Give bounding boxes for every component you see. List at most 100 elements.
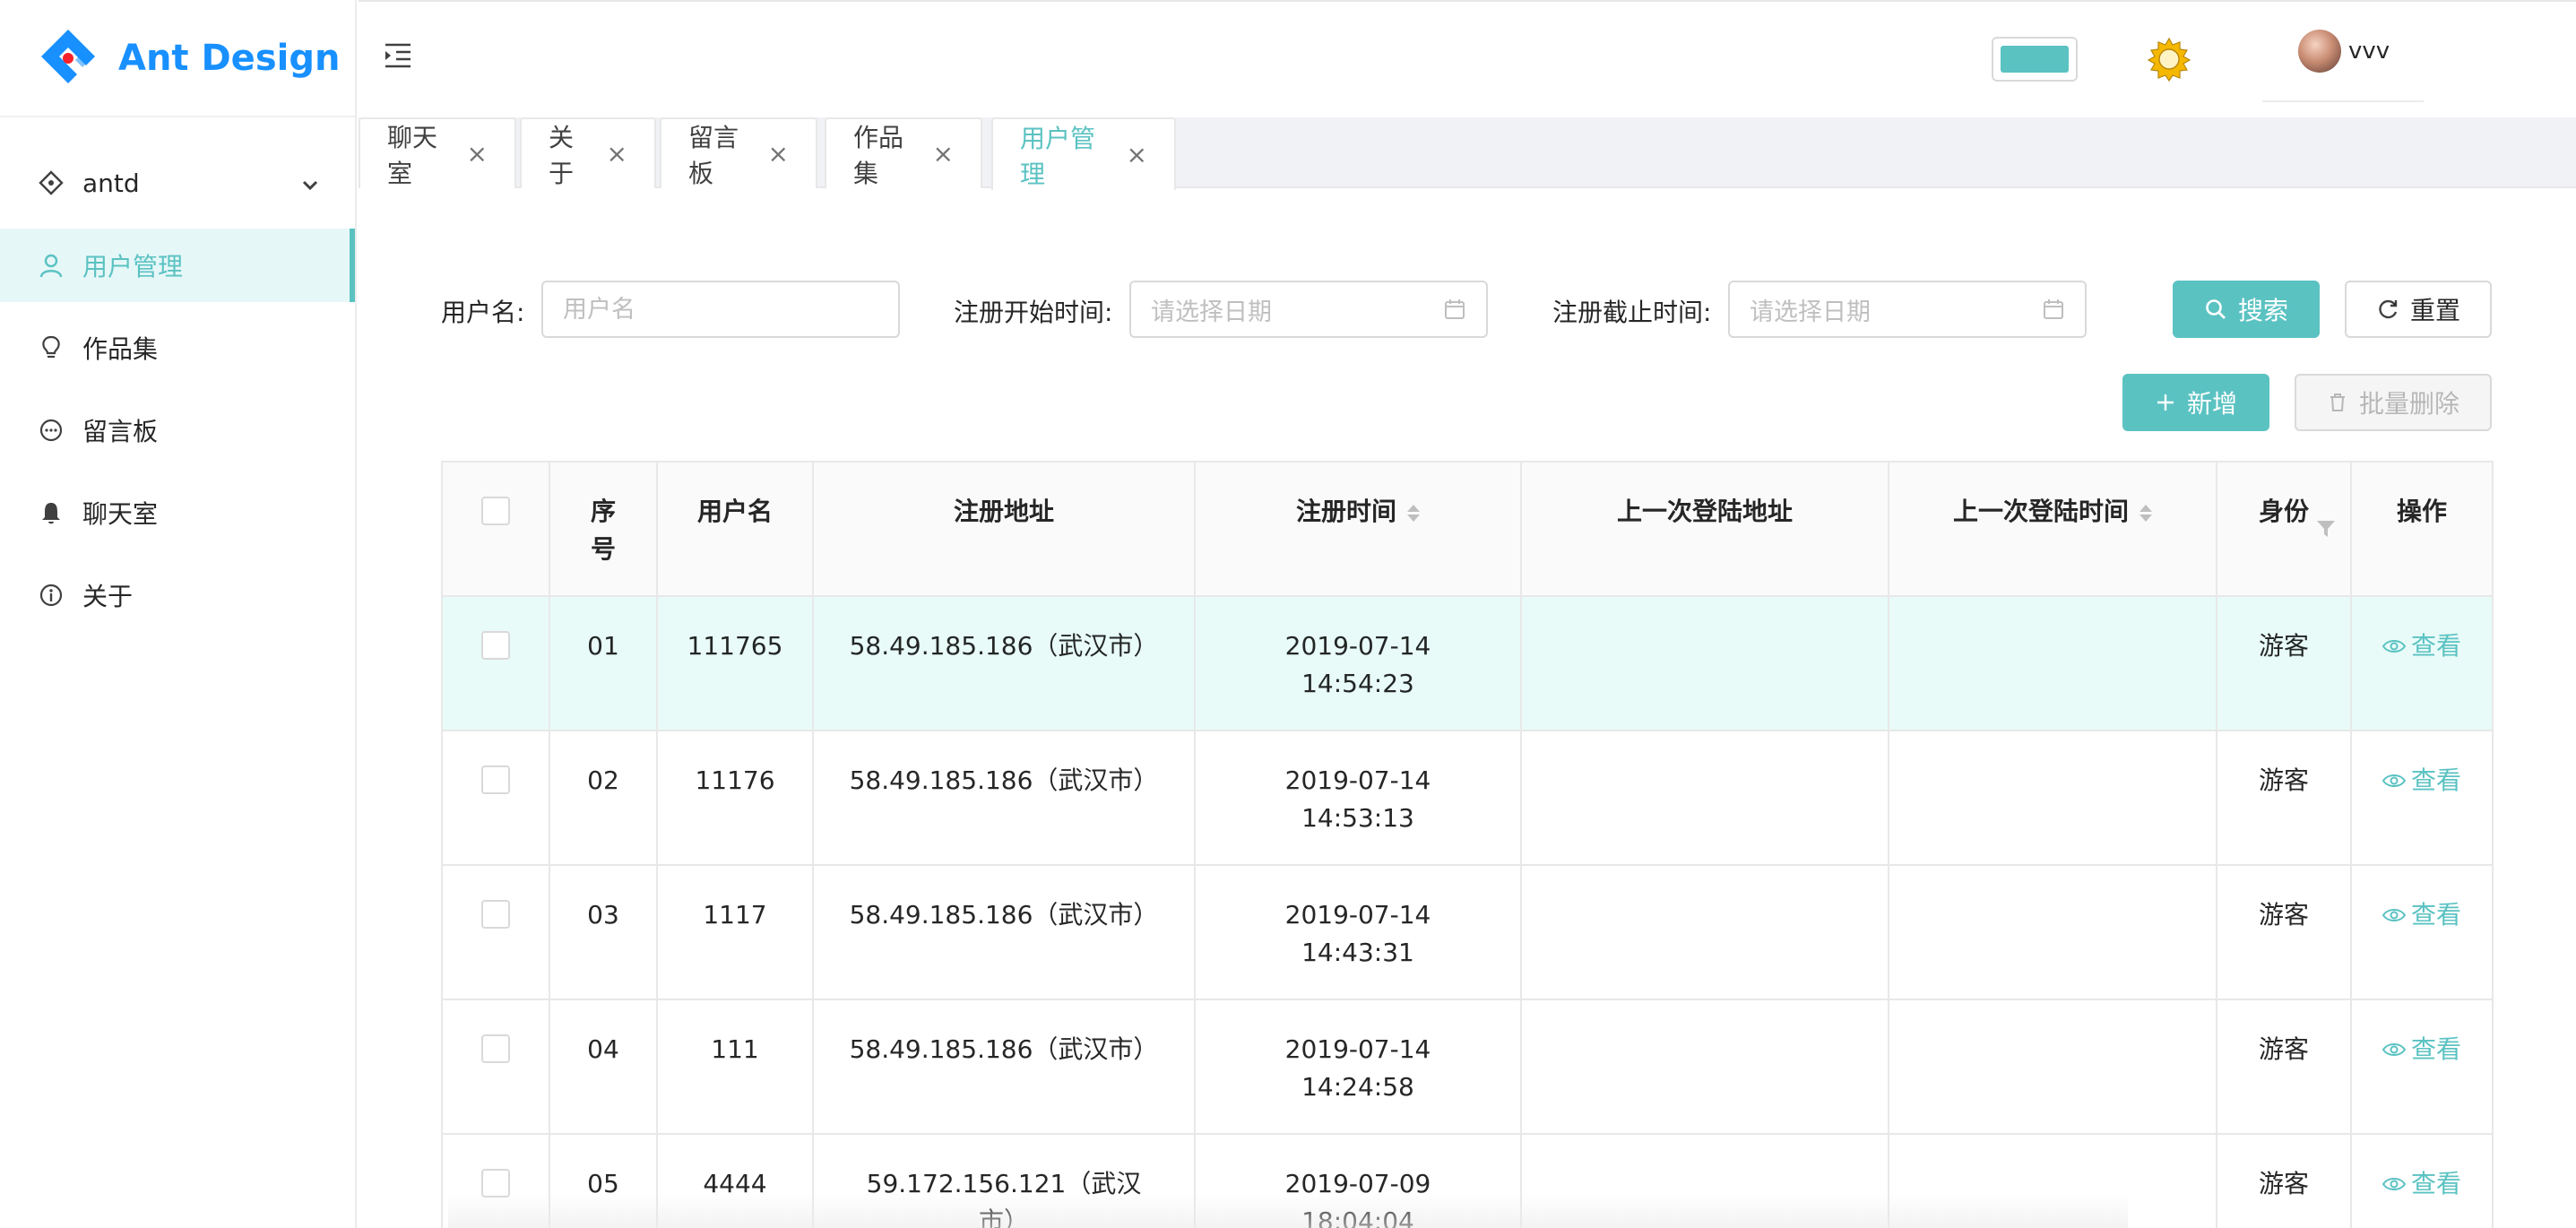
avatar [2298,30,2341,73]
cell-role: 游客 [2216,730,2352,866]
eye-icon [2382,1178,2406,1190]
tab-label: 作品集 [853,122,904,188]
sidebar-item-label: 用户管理 [82,252,184,281]
message-icon [38,417,65,444]
row-checkbox[interactable] [481,631,510,660]
add-button[interactable]: 新增 [2122,374,2269,431]
sidebar-item-about[interactable]: 关于 [0,558,355,632]
top-header: vvv [359,0,2576,117]
close-icon[interactable]: × [1127,140,1147,169]
search-button[interactable]: 搜索 [2173,281,2320,338]
column-header-action: 操作 [2350,461,2494,597]
close-icon[interactable]: × [933,139,954,169]
batch-delete-button-label: 批量删除 [2358,389,2459,419]
view-link[interactable]: 查看 [2382,896,2461,934]
menu-fold-icon [385,43,411,68]
tab-about[interactable]: 关于 × [520,117,656,188]
view-link[interactable]: 查看 [2382,762,2461,800]
user-table: 序号 用户名 注册地址 注册时间 上一次登陆地址 上一次登陆时间 身份 操作 0… [441,461,2494,1228]
end-date-picker[interactable]: 请选择日期 [1728,281,2087,338]
sidebar-item-label: antd [82,168,140,198]
start-date-label: 注册开始时间: [954,298,1113,327]
tab-user-management[interactable]: 用户管理 × [991,117,1176,190]
theme-toggle-button[interactable] [2146,36,2192,82]
close-icon[interactable]: × [467,139,488,169]
row-checkbox[interactable] [481,900,510,929]
antd-logo-icon [38,169,65,196]
row-checkbox[interactable] [481,1034,510,1063]
sidebar-item-label: 聊天室 [82,499,159,529]
tab-message-board[interactable]: 留言板 × [660,117,817,188]
cell-last-login-address [1520,730,1889,866]
cell-username: 1117 [656,864,814,1000]
cell-last-login-time [1888,1133,2217,1228]
table-row: 02 11176 58.49.185.186（武汉市） 2019-07-14 14… [441,730,2494,866]
sidebar-item-message-board[interactable]: 留言板 [0,393,355,467]
row-select-cell [441,1133,550,1228]
sidebar-item-antd[interactable]: antd [0,146,355,220]
reset-button[interactable]: 重置 [2345,281,2492,338]
cell-action: 查看 [2350,730,2494,866]
view-link[interactable]: 查看 [2382,1031,2461,1068]
cell-action: 查看 [2350,864,2494,1000]
search-button-label: 搜索 [2237,296,2288,325]
row-select-cell [441,730,550,866]
cell-last-login-address [1520,1133,1889,1228]
sidebar-item-label: 作品集 [82,334,159,364]
cell-role: 游客 [2216,864,2352,1000]
user-icon [38,252,65,279]
column-header-reg-time[interactable]: 注册时间 [1194,461,1522,597]
bulb-icon [38,334,65,361]
logo-text: Ant Design [118,37,341,79]
reload-icon [2376,298,2399,321]
theme-color-picker[interactable] [1992,37,2078,82]
close-icon[interactable]: × [607,139,627,169]
cell-action: 查看 [2350,999,2494,1135]
eye-icon [2382,774,2406,787]
tab-label: 用户管理 [1020,123,1096,189]
start-date-placeholder: 请选择日期 [1151,298,1272,326]
batch-delete-button[interactable]: 批量删除 [2295,374,2492,431]
logo[interactable]: Ant Design [0,0,355,117]
sidebar-item-chat-room[interactable]: 聊天室 [0,476,355,549]
sidebar-item-label: 关于 [82,582,134,611]
row-select-cell [441,595,550,731]
sidebar-menu: antd 用户管理 作品集 留言板 聊天室 关于 [0,117,355,632]
sort-icon[interactable] [1407,504,1420,522]
username-input[interactable] [541,281,900,338]
search-icon [2204,298,2227,321]
cell-index: 02 [549,730,658,866]
tab-portfolio[interactable]: 作品集 × [825,117,982,188]
sort-icon[interactable] [2139,504,2152,522]
menu-fold-button[interactable] [382,41,418,77]
cell-reg-time: 2019-07-09 18:04:04 [1194,1133,1522,1228]
cell-reg-address: 58.49.185.186（武汉市） [812,999,1196,1135]
row-checkbox[interactable] [481,1169,510,1198]
tab-chat-room[interactable]: 聊天室 × [359,117,516,188]
row-checkbox[interactable] [481,765,510,794]
tab-label: 聊天室 [387,122,438,188]
add-button-label: 新增 [2186,389,2237,419]
column-header-last-login-time[interactable]: 上一次登陆时间 [1888,461,2217,597]
view-link[interactable]: 查看 [2382,1165,2461,1203]
plus-icon [2155,392,2176,413]
user-menu[interactable]: vvv [2262,2,2424,102]
start-date-picker[interactable]: 请选择日期 [1129,281,1488,338]
cell-reg-time: 2019-07-14 14:53:13 [1194,730,1522,866]
sidebar: Ant Design antd 用户管理 作品集 留言板 聊天室 关于 [0,0,357,1228]
cell-reg-time: 2019-07-14 14:24:58 [1194,999,1522,1135]
cell-action: 查看 [2350,595,2494,731]
cell-reg-address: 58.49.185.186（武汉市） [812,730,1196,866]
sidebar-item-label: 留言板 [82,417,159,446]
close-icon[interactable]: × [768,139,789,169]
cell-index: 05 [549,1133,658,1228]
view-link[interactable]: 查看 [2382,627,2461,665]
sidebar-item-portfolio[interactable]: 作品集 [0,311,355,385]
filter-icon[interactable] [2316,520,2336,538]
cell-reg-time: 2019-07-14 14:43:31 [1194,864,1522,1000]
cell-reg-address: 58.49.185.186（武汉市） [812,595,1196,731]
select-all-checkbox[interactable] [481,497,510,525]
sidebar-item-user-management[interactable]: 用户管理 [0,229,355,302]
eye-icon [2382,909,2406,921]
calendar-icon [1445,299,1465,319]
